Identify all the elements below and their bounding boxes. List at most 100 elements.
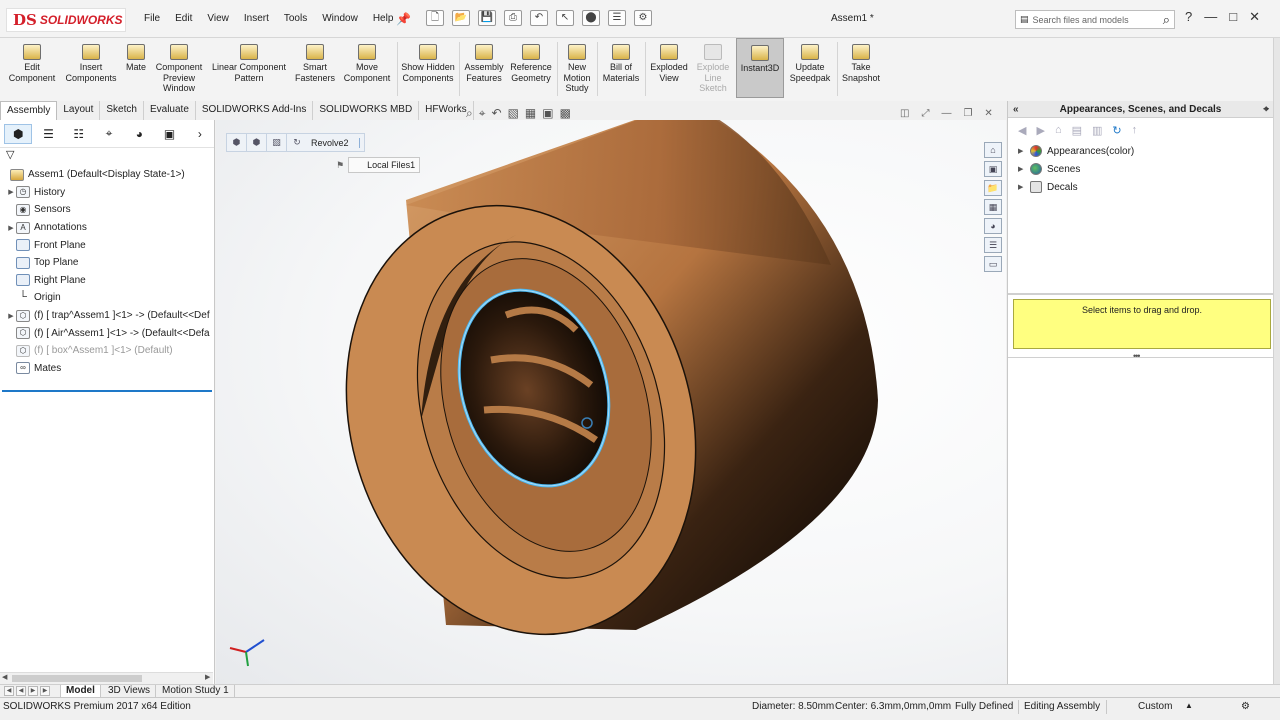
custom-properties-icon[interactable]: ☰ bbox=[984, 237, 1002, 253]
take-snapshot-button[interactable]: Take Snapshot bbox=[840, 44, 882, 83]
undo-icon[interactable]: ↶ bbox=[530, 10, 548, 26]
search-box[interactable]: ▤ Search files and models ⌕ bbox=[1015, 10, 1175, 29]
rebuild-icon[interactable]: ⬤ bbox=[582, 10, 600, 26]
menu-window[interactable]: Window bbox=[322, 13, 358, 24]
expand-arrow-icon[interactable]: ▶ bbox=[1018, 165, 1030, 173]
close-button[interactable]: ✕ bbox=[1249, 9, 1260, 25]
library-icon[interactable]: ▥ bbox=[1092, 124, 1102, 137]
tab-evaluate[interactable]: Evaluate bbox=[144, 101, 196, 120]
search-input[interactable]: Search files and models bbox=[1033, 15, 1129, 25]
filter-icon[interactable]: ▽ bbox=[0, 148, 214, 166]
last-tab-icon[interactable]: ▶ bbox=[40, 686, 50, 696]
expand-arrow-icon[interactable]: ▶ bbox=[1018, 147, 1030, 155]
scroll-left-arrow-icon[interactable]: ◀ bbox=[2, 673, 7, 681]
tree-item-right-plane[interactable]: Right Plane bbox=[0, 272, 214, 290]
breadcrumb-feature-label[interactable]: Revolve2 bbox=[307, 137, 360, 148]
display-style-icon[interactable]: ▩ bbox=[560, 106, 571, 121]
maximize-button[interactable]: □ bbox=[1229, 9, 1237, 25]
help-icon[interactable]: ? bbox=[1185, 9, 1192, 25]
tree-item-mates[interactable]: ∞ Mates bbox=[0, 360, 214, 378]
home-icon[interactable]: ⌂ bbox=[1055, 124, 1062, 136]
local-files-item[interactable]: ⚑ Local Files1 bbox=[336, 157, 421, 173]
feature-tree-tab-icon[interactable]: ⬢ bbox=[4, 123, 33, 144]
appearances-icon[interactable]: ◕ bbox=[984, 218, 1002, 234]
forum-icon[interactable]: ▭ bbox=[984, 256, 1002, 272]
previous-view-icon[interactable]: ↶ bbox=[492, 106, 502, 121]
tab-assembly[interactable]: Assembly bbox=[0, 101, 58, 120]
panel-splitter[interactable] bbox=[1008, 293, 1274, 295]
section-view-icon[interactable]: ▧ bbox=[508, 106, 519, 121]
design-library-icon[interactable]: ▣ bbox=[984, 161, 1002, 177]
update-speedpak-button[interactable]: Update Speedpak bbox=[786, 44, 834, 83]
new-document-icon[interactable]: 🗋 bbox=[426, 10, 444, 26]
graphics-area[interactable]: ⬢ ⬢ ▧ ↻ Revolve2 ⚑ Local Files1 bbox=[216, 120, 1006, 685]
tree-item-origin[interactable]: └ Origin bbox=[0, 289, 214, 307]
splitter-grip-icon[interactable]: ••• bbox=[1133, 351, 1141, 361]
configuration-manager-tab-icon[interactable]: ☷ bbox=[65, 124, 93, 144]
tree-root-assembly[interactable]: Assem1 (Default<Display State-1>) bbox=[0, 166, 214, 184]
options-gear-icon[interactable]: ⚙ bbox=[634, 10, 652, 26]
tab-layout[interactable]: Layout bbox=[57, 101, 101, 120]
menu-edit[interactable]: Edit bbox=[175, 13, 192, 24]
tree-item-history[interactable]: ▶ ◷ History bbox=[0, 184, 214, 202]
file-properties-icon[interactable]: ☰ bbox=[608, 10, 626, 26]
tree-horizontal-scrollbar[interactable]: ◀ ▶ bbox=[0, 672, 213, 684]
revolve-feature-icon[interactable]: ↻ bbox=[287, 134, 307, 151]
next-tab-icon[interactable]: ▶ bbox=[28, 686, 38, 696]
menu-insert[interactable]: Insert bbox=[244, 13, 269, 24]
reference-geometry-button[interactable]: Reference Geometry bbox=[508, 44, 554, 83]
tile-icon[interactable]: ◫ bbox=[900, 108, 909, 119]
tab-mbd[interactable]: SOLIDWORKS MBD bbox=[313, 101, 420, 120]
edit-component-button[interactable]: Edit Component bbox=[6, 44, 58, 83]
add-folder-icon[interactable]: ▤ bbox=[1072, 124, 1082, 137]
units-up-arrow-icon[interactable]: ▲ bbox=[1185, 701, 1193, 710]
status-rebuild-icon[interactable]: ⚙ bbox=[1241, 701, 1250, 712]
property-manager-tab-icon[interactable]: ☰ bbox=[34, 124, 62, 144]
home-icon[interactable]: ⌂ bbox=[984, 142, 1002, 158]
window-vertical-scrollbar[interactable] bbox=[1273, 38, 1280, 685]
new-motion-study-button[interactable]: New Motion Study bbox=[560, 44, 594, 94]
expand-arrow-icon[interactable]: ▶ bbox=[6, 188, 16, 196]
refresh-icon[interactable]: ↻ bbox=[1112, 124, 1121, 137]
zoom-fit-icon[interactable]: ⌕ bbox=[466, 106, 473, 121]
menu-tools[interactable]: Tools bbox=[284, 13, 307, 24]
menu-help[interactable]: Help bbox=[373, 13, 394, 24]
zoom-area-icon[interactable]: ⌖ bbox=[479, 106, 486, 121]
expand-arrow-icon[interactable]: ▶ bbox=[6, 312, 16, 320]
component-breadcrumb-icon[interactable]: ⬢ bbox=[247, 134, 267, 151]
tab-sketch[interactable]: Sketch bbox=[100, 101, 144, 120]
first-tab-icon[interactable]: ◀ bbox=[4, 686, 14, 696]
bill-of-materials-button[interactable]: Bill of Materials bbox=[600, 44, 642, 83]
view-palette-icon[interactable]: ▦ bbox=[984, 199, 1002, 215]
component-preview-button[interactable]: Component Preview Window bbox=[152, 44, 206, 94]
forward-icon[interactable]: ▶ bbox=[1036, 124, 1044, 137]
menu-view[interactable]: View bbox=[207, 13, 229, 24]
mate-button[interactable]: Mate bbox=[122, 44, 150, 73]
tree-item-scenes[interactable]: ▶ Scenes bbox=[1018, 160, 1273, 178]
close-view-icon[interactable]: ✕ bbox=[984, 108, 992, 119]
solidworks-logo[interactable]: DS SOLIDWORKS bbox=[6, 8, 126, 32]
local-files-label[interactable]: Local Files1 bbox=[348, 157, 421, 173]
show-hidden-components-button[interactable]: Show Hidden Components bbox=[400, 44, 456, 83]
tree-item-sensors[interactable]: ◉ Sensors bbox=[0, 201, 214, 219]
restore-view-icon[interactable]: ❐ bbox=[963, 108, 972, 119]
search-scope-icon[interactable]: ▤ bbox=[1020, 14, 1029, 25]
hfworks-tab-icon[interactable]: ▣ bbox=[155, 124, 183, 144]
collapse-panel-icon[interactable]: « bbox=[1013, 101, 1019, 118]
search-icon[interactable]: ⌕ bbox=[1163, 12, 1170, 28]
file-explorer-icon[interactable]: 📁 bbox=[984, 180, 1002, 196]
scroll-right-arrow-icon[interactable]: ▶ bbox=[205, 673, 210, 681]
view-orientation-icon[interactable]: ▣ bbox=[542, 106, 553, 121]
tree-item-component-air[interactable]: ⬡ (f) [ Air^Assem1 ]<1> -> (Default<<Def… bbox=[0, 324, 214, 342]
tab-addins[interactable]: SOLIDWORKS Add-Ins bbox=[196, 101, 314, 120]
open-document-icon[interactable]: 📂 bbox=[452, 10, 470, 26]
prev-tab-icon[interactable]: ◀ bbox=[16, 686, 26, 696]
up-icon[interactable]: ↑ bbox=[1132, 124, 1138, 136]
rollback-bar[interactable] bbox=[2, 390, 212, 392]
exploded-view-button[interactable]: Exploded View bbox=[648, 44, 690, 83]
expand-arrow-icon[interactable]: ▶ bbox=[1018, 183, 1030, 191]
smart-fasteners-button[interactable]: Smart Fasteners bbox=[292, 44, 338, 83]
expand-arrow-icon[interactable]: ▶ bbox=[6, 224, 16, 232]
tree-item-component-box[interactable]: ⬡ (f) [ box^Assem1 ]<1> (Default) bbox=[0, 342, 214, 360]
print-icon[interactable]: ⎙ bbox=[504, 10, 522, 26]
